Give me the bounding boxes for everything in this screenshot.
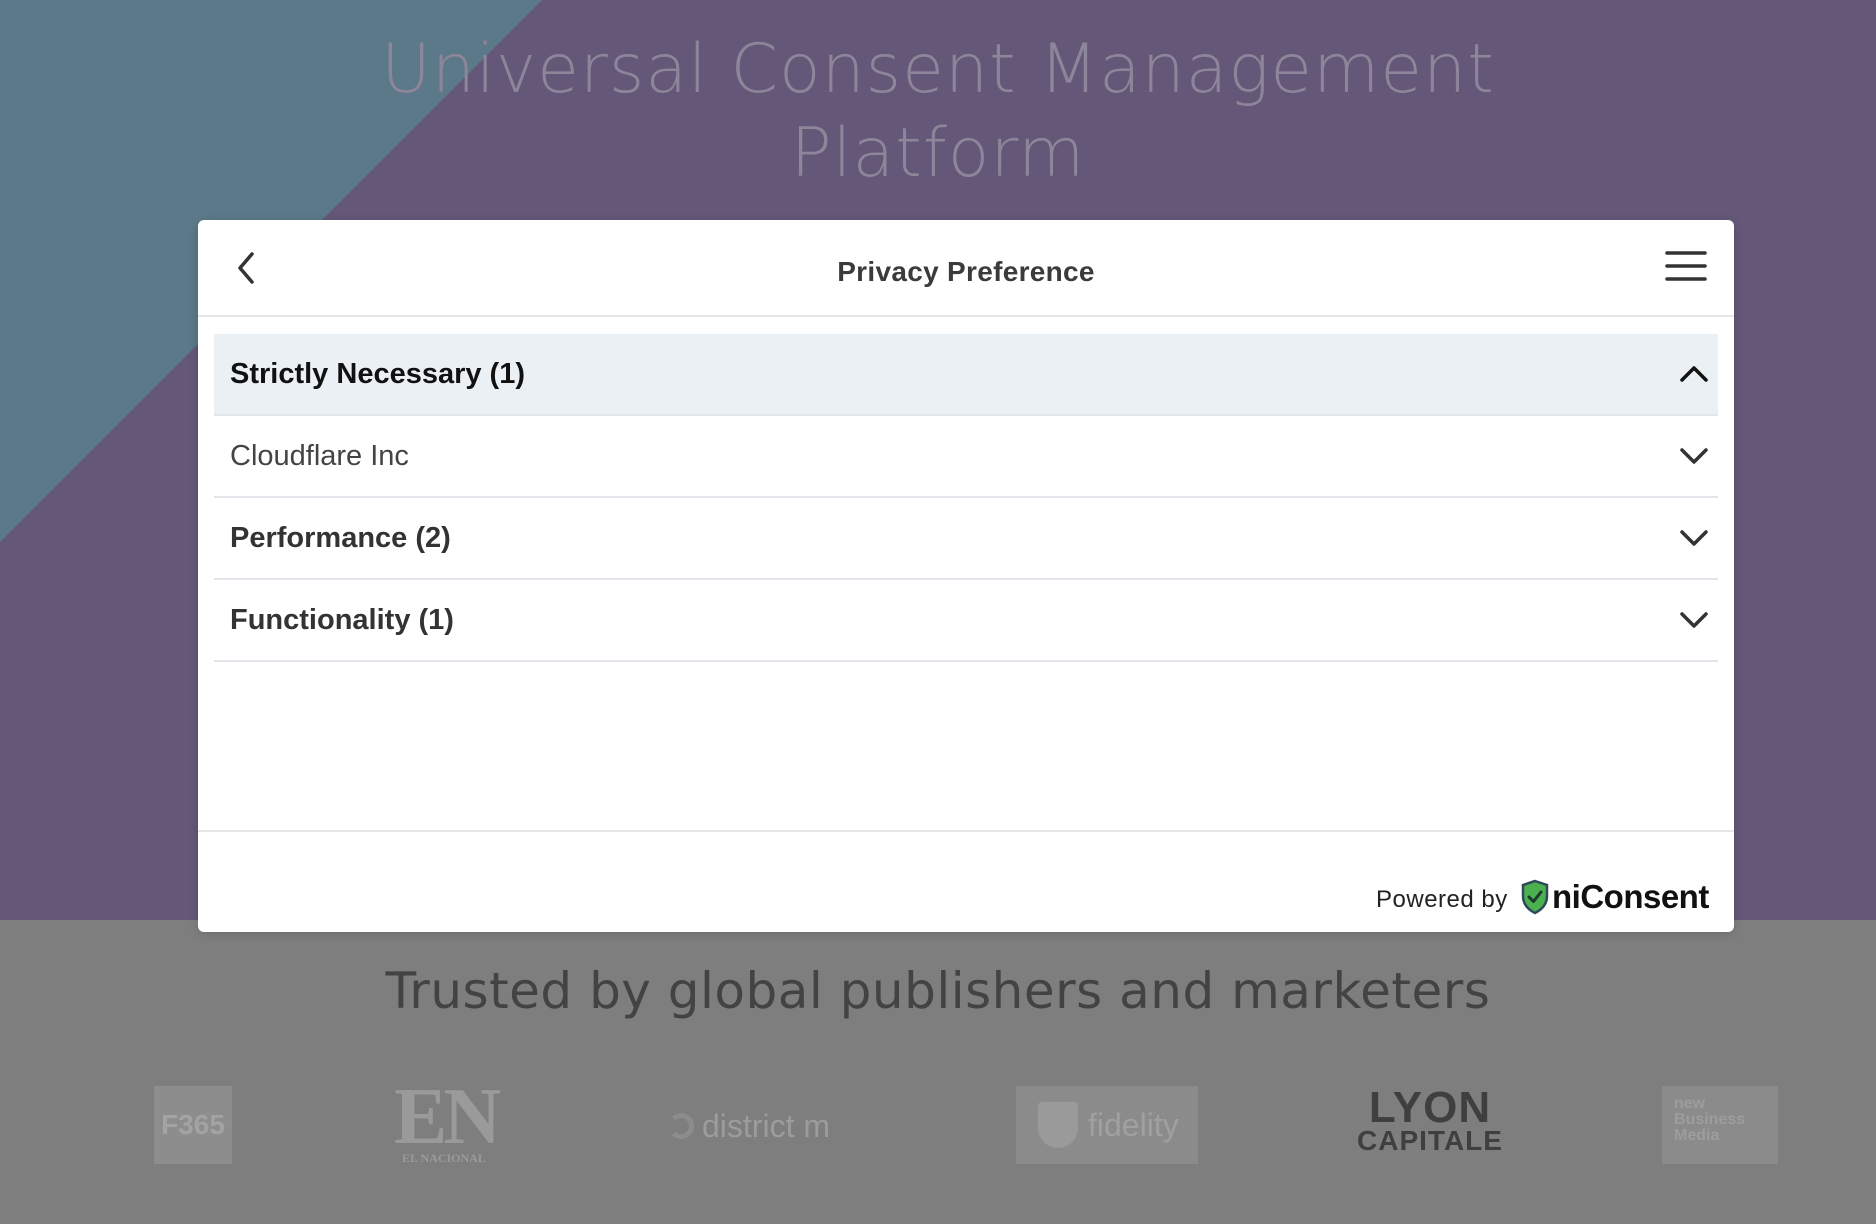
- hero-title-line1: Universal Consent Management: [381, 30, 1495, 109]
- logo-lyon-line1: LYON: [1368, 1083, 1492, 1132]
- modal-title: Privacy Preference: [837, 256, 1095, 287]
- category-label: Functionality (1): [230, 604, 454, 636]
- category-label: Performance (2): [230, 522, 451, 554]
- logo-district-m: district m: [668, 1106, 830, 1146]
- hero-title-line2: Platform: [790, 114, 1086, 193]
- logo-nbm-text: new Business Media: [1674, 1095, 1746, 1144]
- logo-el-nacional: EN EL NACIONAL: [394, 1073, 501, 1165]
- category-label: Strictly Necessary (1): [230, 358, 525, 390]
- category-row-performance[interactable]: Performance (2): [214, 498, 1718, 580]
- vendor-label: Cloudflare Inc: [230, 440, 409, 472]
- modal-footer: Powered by niConsent: [198, 830, 1734, 932]
- logo-en-small: EL NACIONAL: [402, 1151, 486, 1165]
- logo-new-business-media: new Business Media: [1662, 1086, 1778, 1164]
- category-row-strictly-necessary[interactable]: Strictly Necessary (1): [214, 334, 1718, 416]
- vendor-row-cloudflare[interactable]: Cloudflare Inc: [214, 416, 1718, 498]
- logo-f365: F365: [154, 1086, 232, 1164]
- chevron-up-icon: [1678, 360, 1710, 388]
- powered-by-label: Powered by: [1376, 886, 1508, 913]
- logo-fidelity-text: fidelity: [1088, 1106, 1179, 1143]
- modal-header: Privacy Preference: [198, 220, 1734, 317]
- brand-name: niConsent: [1552, 878, 1709, 915]
- logo-en-big: EN: [394, 1073, 501, 1161]
- uniconsent-brand-link[interactable]: niConsent: [1520, 878, 1709, 916]
- chevron-down-icon: [1678, 524, 1710, 552]
- shield-check-icon: [1521, 879, 1549, 915]
- trusted-title: Trusted by global publishers and markete…: [385, 962, 1491, 1020]
- privacy-preference-modal: Privacy Preference Strictly Necessary (1…: [198, 220, 1734, 932]
- logo-f365-text: F365: [161, 1109, 225, 1140]
- logo-lyon-capitale: LYON CAPITALE: [1356, 1083, 1504, 1156]
- menu-button[interactable]: [1664, 246, 1708, 286]
- fidelity-shield-icon: [1038, 1102, 1078, 1148]
- hamburger-menu-icon: [1665, 251, 1707, 281]
- district-m-mark-icon: [668, 1113, 694, 1139]
- logo-district-text: district m: [702, 1107, 830, 1144]
- chevron-down-icon: [1678, 442, 1710, 470]
- logo-fidelity: fidelity: [1016, 1086, 1198, 1164]
- chevron-down-icon: [1678, 606, 1710, 634]
- logo-lyon-line2: CAPITALE: [1357, 1124, 1503, 1156]
- category-row-functionality[interactable]: Functionality (1): [214, 580, 1718, 662]
- category-list: Strictly Necessary (1) Cloudflare Inc Pe…: [214, 334, 1718, 662]
- hero-title: Universal Consent Management Platform: [0, 28, 1876, 196]
